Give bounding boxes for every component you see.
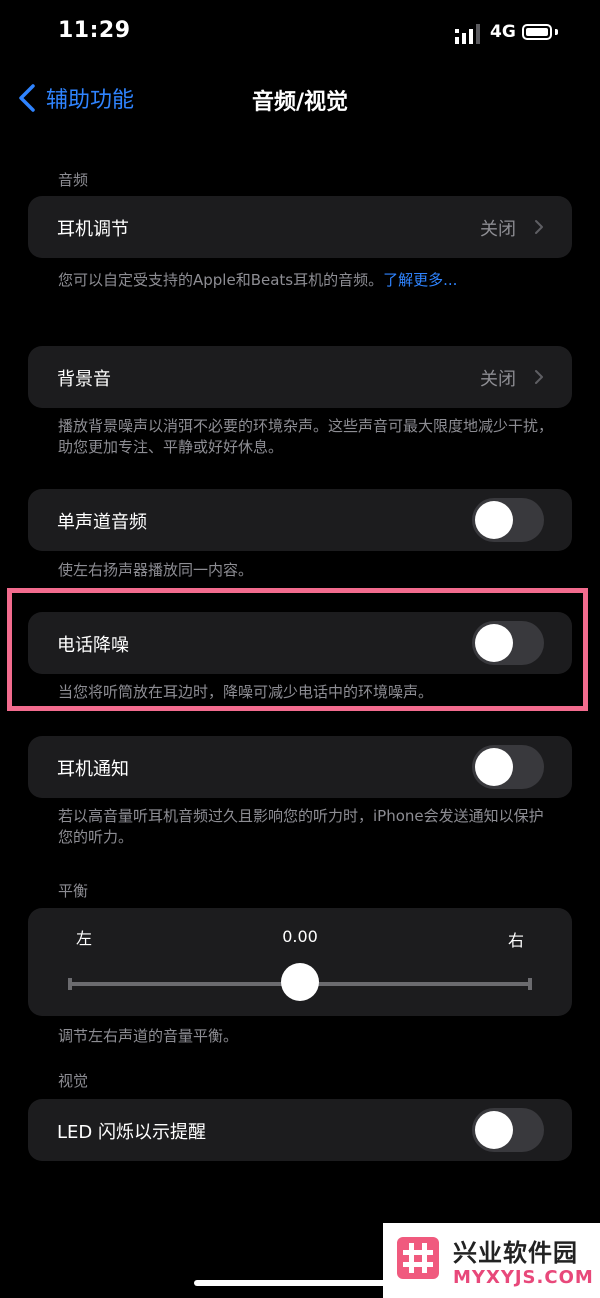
headphone-accommodations-value: 关闭 <box>480 219 516 240</box>
headphone-notifications-label: 耳机通知 <box>57 759 129 780</box>
headphone-notifications-toggle[interactable] <box>472 745 544 789</box>
headphone-notifications-row: 耳机通知 <box>28 736 572 798</box>
battery-icon <box>522 24 552 40</box>
highlight-box <box>7 588 588 711</box>
mono-audio-row: 单声道音频 <box>28 489 572 551</box>
learn-more-link[interactable]: 了解更多... <box>383 271 457 289</box>
led-flash-label: LED 闪烁以示提醒 <box>57 1122 206 1143</box>
mono-audio-label: 单声道音频 <box>57 512 147 533</box>
background-sounds-label: 背景音 <box>57 369 111 390</box>
network-type: 4G <box>490 22 516 42</box>
headphone-accommodations-footer-text: 您可以自定受支持的Apple和Beats耳机的音频。 <box>58 271 384 289</box>
watermark-name: 兴业软件园 <box>453 1239 578 1267</box>
balance-slider-left-cap <box>68 978 72 990</box>
watermark: 兴业软件园 MYXYJS.COM <box>383 1223 600 1298</box>
watermark-logo-icon <box>397 1237 439 1279</box>
section-header-balance: 平衡 <box>58 882 89 900</box>
chevron-right-icon <box>535 370 543 384</box>
balance-slider-right-cap <box>528 978 532 990</box>
toggle-knob <box>475 1111 513 1149</box>
status-time: 11:29 <box>58 18 131 43</box>
led-flash-row: LED 闪烁以示提醒 <box>28 1099 572 1161</box>
toggle-knob <box>475 748 513 786</box>
home-indicator <box>194 1280 406 1286</box>
led-flash-toggle[interactable] <box>472 1108 544 1152</box>
headphone-accommodations-label: 耳机调节 <box>57 219 129 240</box>
headphone-accommodations-row[interactable]: 耳机调节 关闭 <box>28 196 572 258</box>
battery-tip <box>555 29 558 35</box>
signal-strength-icon <box>455 24 480 44</box>
balance-footer: 调节左右声道的音量平衡。 <box>58 1027 239 1045</box>
page-title: 音频/视觉 <box>251 90 349 115</box>
balance-right-label: 右 <box>508 931 525 950</box>
navigation-bar: 辅助功能 音频/视觉 <box>0 70 600 126</box>
balance-slider-thumb[interactable] <box>281 963 319 1001</box>
status-bar: 11:29 4G <box>0 0 600 70</box>
section-header-visual: 视觉 <box>58 1072 89 1090</box>
mono-audio-toggle[interactable] <box>472 498 544 542</box>
toggle-knob <box>475 501 513 539</box>
watermark-url: MYXYJS.COM <box>453 1267 594 1288</box>
headphone-accommodations-footer: 您可以自定受支持的Apple和Beats耳机的音频。了解更多... <box>58 270 558 291</box>
background-sounds-row[interactable]: 背景音 关闭 <box>28 346 572 408</box>
background-sounds-footer: 播放背景噪声以消弭不必要的环境杂声。这些声音可最大限度地减少干扰，助您更加专注、… <box>58 417 554 456</box>
chevron-right-icon <box>535 220 543 234</box>
mono-audio-footer: 使左右扬声器播放同一内容。 <box>58 561 254 579</box>
headphone-notifications-footer: 若以高音量听耳机音频过久且影响您的听力时，iPhone会发送通知以保护您的听力。 <box>58 807 544 846</box>
background-sounds-value: 关闭 <box>480 369 516 390</box>
section-header-audio: 音频 <box>58 171 89 189</box>
